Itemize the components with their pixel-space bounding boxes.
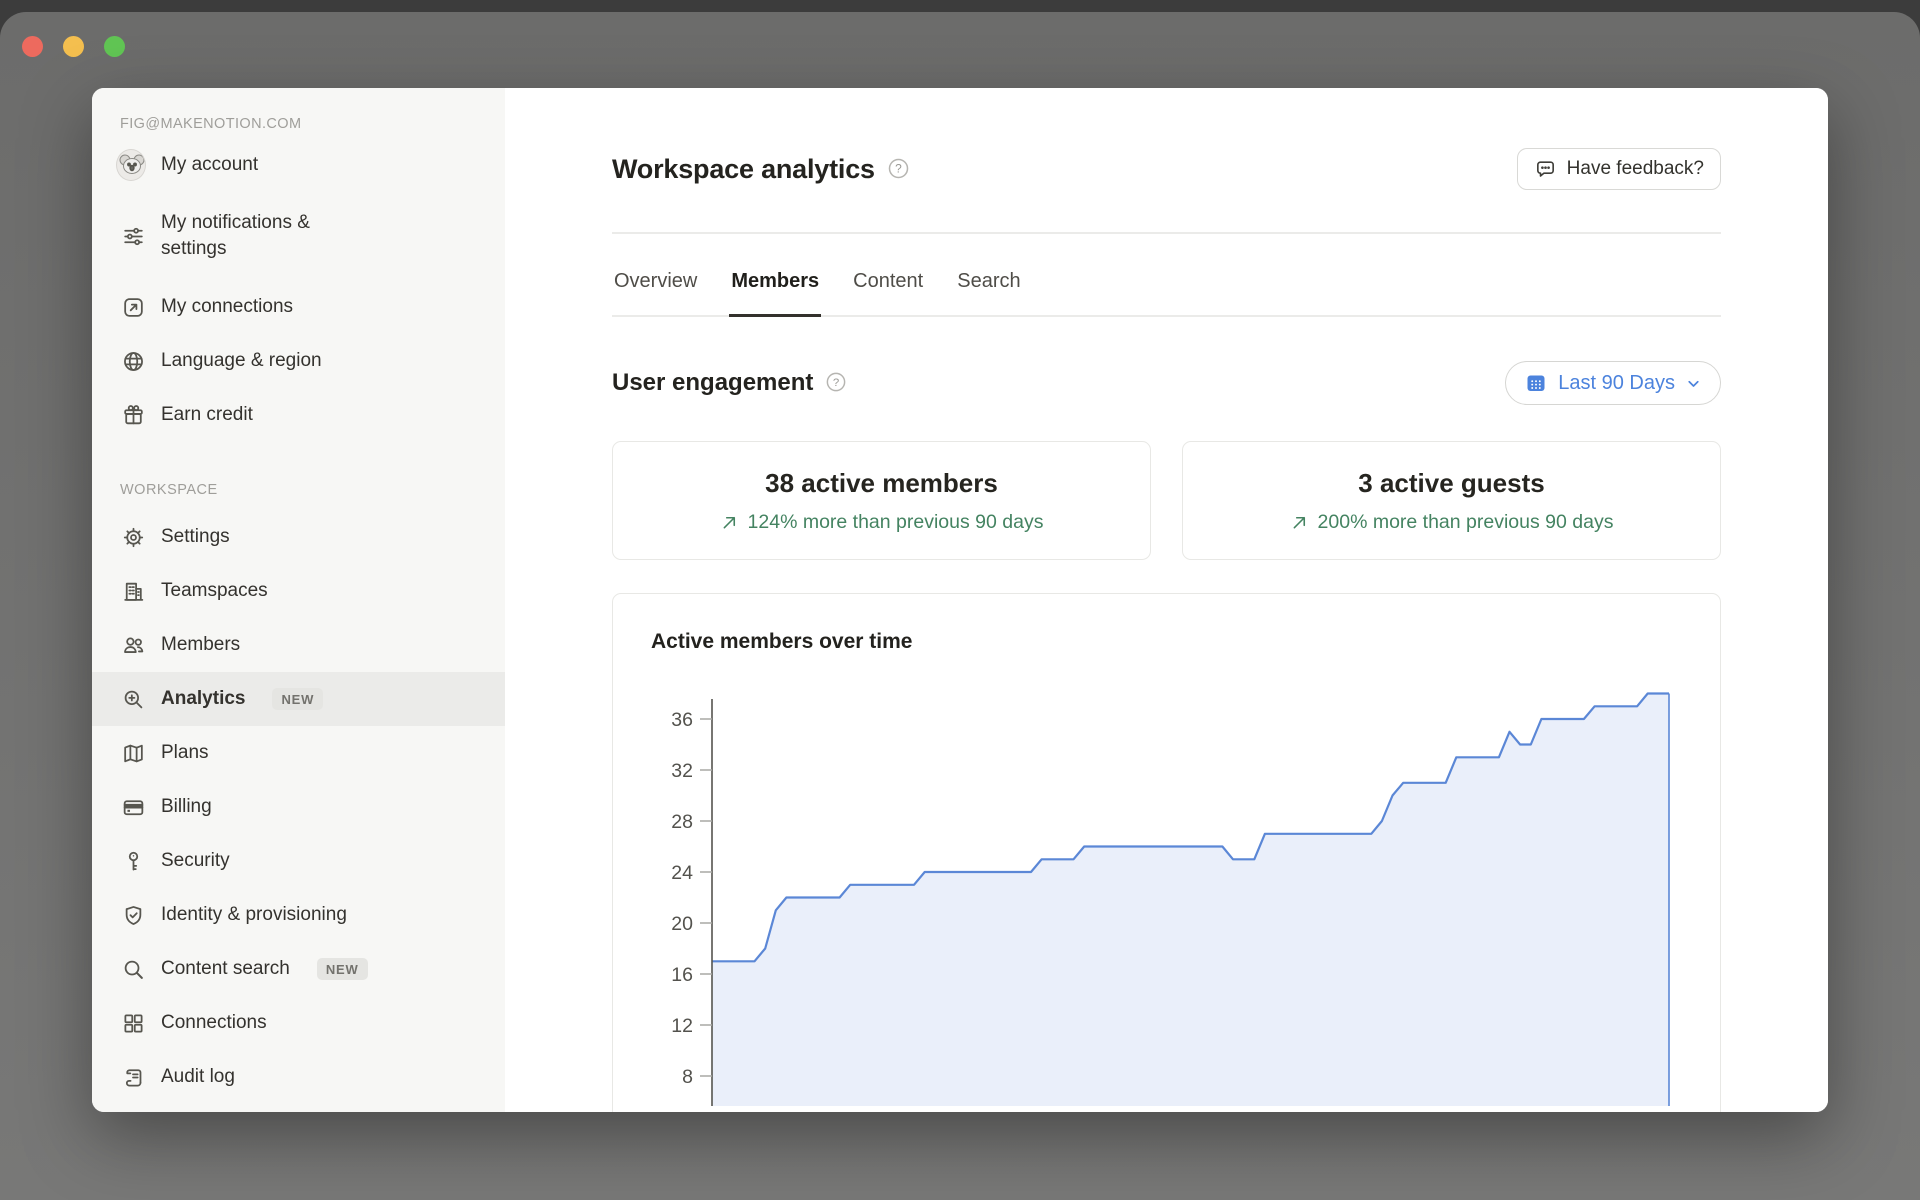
svg-text:?: ? (833, 377, 839, 389)
sidebar-item-label: My account (161, 152, 258, 178)
svg-text:24: 24 (671, 862, 693, 884)
building-icon (120, 578, 146, 604)
tab-overview[interactable]: Overview (612, 262, 699, 315)
analytics-tabs: Overview Members Content Search (612, 262, 1721, 317)
arrow-up-right-icon (1290, 513, 1309, 532)
shield-check-icon (120, 902, 146, 928)
active-members-chart-card: Active members over time 812162024283236 (612, 593, 1721, 1112)
sidebar-item-label: Plans (161, 740, 209, 766)
chevron-down-icon (1685, 375, 1702, 392)
minimize-window-button[interactable] (63, 36, 84, 57)
calendar-icon (1524, 371, 1548, 395)
sidebar-item-language-region[interactable]: Language & region (92, 334, 505, 388)
sidebar-item-security[interactable]: Security (92, 834, 505, 888)
sidebar-item-label: Content search (161, 956, 290, 982)
credit-card-icon (120, 794, 146, 820)
arrow-up-right-icon (720, 513, 739, 532)
traffic-lights (22, 36, 125, 57)
date-range-label: Last 90 Days (1558, 372, 1675, 395)
date-range-dropdown[interactable]: Last 90 Days (1505, 361, 1721, 405)
user-engagement-header: User engagement ? Last 90 Days (612, 361, 1721, 405)
svg-text:32: 32 (671, 760, 693, 782)
sidebar-item-label: My connections (161, 294, 293, 320)
speech-bubble-icon (1534, 158, 1557, 181)
have-feedback-label: Have feedback? (1567, 158, 1704, 180)
sidebar-item-content-search[interactable]: Content search NEW (92, 942, 505, 996)
header-divider (612, 232, 1721, 234)
scroll-icon (120, 1064, 146, 1090)
sidebar-item-label: Earn credit (161, 402, 253, 428)
magnifier-plus-icon (120, 686, 146, 712)
tab-search[interactable]: Search (955, 262, 1022, 315)
sidebar-item-label: Connections (161, 1010, 267, 1036)
avatar (120, 152, 146, 178)
sidebar-item-label: Language & region (161, 348, 322, 374)
sidebar-item-label: Teamspaces (161, 578, 268, 604)
sidebar-item-label: Audit log (161, 1064, 235, 1090)
sidebar-item-members[interactable]: Members (92, 618, 505, 672)
settings-dialog: FIG@MAKENOTION.COM My account (92, 88, 1828, 1112)
gear-icon (120, 524, 146, 550)
sidebar-item-settings[interactable]: Settings (92, 510, 505, 564)
sidebar-item-label: My notifications & settings (161, 210, 376, 261)
gift-icon (120, 402, 146, 428)
sidebar-item-analytics[interactable]: Analytics NEW (92, 672, 505, 726)
key-icon (120, 848, 146, 874)
sidebar-item-label: Settings (161, 524, 230, 550)
new-badge: NEW (272, 688, 323, 710)
zoom-window-button[interactable] (104, 36, 125, 57)
page-title: Workspace analytics (612, 154, 875, 185)
svg-text:20: 20 (671, 913, 693, 935)
active-guests-delta: 200% more than previous 90 days (1290, 511, 1614, 534)
sidebar-item-identity-provisioning[interactable]: Identity & provisioning (92, 888, 505, 942)
sidebar-item-my-connections[interactable]: My connections (92, 280, 505, 334)
svg-text:?: ? (895, 161, 902, 175)
tab-content[interactable]: Content (851, 262, 925, 315)
sidebar-item-my-notifications-settings[interactable]: My notifications & settings (92, 192, 505, 280)
sidebar-item-label: Billing (161, 794, 212, 820)
settings-sidebar: FIG@MAKENOTION.COM My account (92, 88, 505, 1112)
sidebar-item-label: Members (161, 632, 240, 658)
svg-text:12: 12 (671, 1015, 693, 1037)
sliders-icon (120, 223, 146, 249)
svg-text:8: 8 (682, 1066, 693, 1088)
active-members-value: 38 active members (765, 468, 998, 499)
help-icon[interactable]: ? (887, 157, 910, 185)
have-feedback-button[interactable]: Have feedback? (1517, 148, 1721, 190)
sidebar-item-teamspaces[interactable]: Teamspaces (92, 564, 505, 618)
active-guests-value: 3 active guests (1358, 468, 1544, 499)
user-engagement-title: User engagement (612, 369, 813, 397)
globe-icon (120, 348, 146, 374)
close-window-button[interactable] (22, 36, 43, 57)
workspace-section-caption: WORKSPACE (92, 470, 505, 510)
people-icon (120, 632, 146, 658)
sidebar-item-my-account[interactable]: My account (92, 138, 505, 192)
tab-members[interactable]: Members (729, 262, 821, 315)
sidebar-item-earn-credit[interactable]: Earn credit (92, 388, 505, 442)
grid-icon (120, 1010, 146, 1036)
sidebar-item-plans[interactable]: Plans (92, 726, 505, 780)
svg-text:36: 36 (671, 709, 693, 731)
account-email-caption: FIG@MAKENOTION.COM (92, 110, 505, 138)
sidebar-item-label: Security (161, 848, 230, 874)
svg-text:28: 28 (671, 811, 693, 833)
new-badge: NEW (317, 958, 368, 980)
sidebar-item-connections[interactable]: Connections (92, 996, 505, 1050)
svg-text:16: 16 (671, 964, 693, 986)
active-members-delta: 124% more than previous 90 days (720, 511, 1044, 534)
help-icon[interactable]: ? (825, 371, 847, 398)
sidebar-item-billing[interactable]: Billing (92, 780, 505, 834)
map-icon (120, 740, 146, 766)
engagement-stat-cards: 38 active members 124% more than previou… (612, 441, 1721, 560)
magnifier-icon (120, 956, 146, 982)
active-members-card: 38 active members 124% more than previou… (612, 441, 1151, 560)
active-members-area-chart: 8 12 16 20 24 28 32 36 (613, 594, 1721, 1106)
sidebar-item-audit-log[interactable]: Audit log (92, 1050, 505, 1104)
sidebar-item-label: Analytics (161, 686, 245, 712)
page-header: Workspace analytics ? Have feedback? (612, 88, 1721, 190)
active-guests-card: 3 active guests 200% more than previous … (1182, 441, 1721, 560)
sidebar-item-label: Identity & provisioning (161, 902, 347, 928)
arrow-out-box-icon (120, 294, 146, 320)
analytics-main-panel: Workspace analytics ? Have feedback? (505, 88, 1828, 1112)
